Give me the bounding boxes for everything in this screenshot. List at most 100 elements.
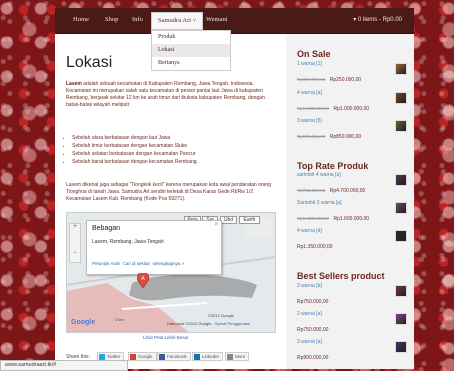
- product-price-line: Rp1.100.000,00 Rp1.000.000,00: [297, 97, 369, 115]
- copyright-text: Data peta ©2012 Google -: [167, 321, 215, 326]
- product-item[interactable]: Sarimbit 2 warna [a] Rp1.300.000,00 Rp1.…: [297, 200, 407, 222]
- product-name[interactable]: 2 warna [a]: [297, 311, 322, 317]
- product-thumbnail[interactable]: [395, 63, 407, 75]
- dropdown-item-produk[interactable]: Produk: [152, 31, 230, 44]
- product-thumbnail[interactable]: [395, 313, 407, 325]
- map-zoom-control[interactable]: + −: [69, 223, 81, 263]
- nav-info[interactable]: Info: [132, 16, 143, 23]
- product-item[interactable]: 3 warna [a] Rp900.000,00: [297, 339, 407, 361]
- product-price: Rp750.000,00: [297, 299, 329, 305]
- product-thumbnail[interactable]: [395, 285, 407, 297]
- product-name[interactable]: Sarimbit 2 warna [a]: [297, 200, 341, 206]
- product-item[interactable]: 1 warna [1] Rp300.000,00 Rp250.000,00: [297, 61, 407, 83]
- share-more-label: More: [235, 354, 246, 359]
- top-rated-title: Top Rate Produk: [297, 161, 369, 171]
- place-name: Bebagan: [92, 225, 121, 232]
- map-marker-icon[interactable]: A: [137, 273, 149, 289]
- product-name[interactable]: sarimbit 4 warna [a]: [297, 172, 341, 178]
- borders-list: Sebelah utara berbatasan dengan laut Jaw…: [72, 134, 272, 166]
- intro-bold: Lasem: [66, 81, 82, 87]
- main-content: Lokasi Lasem adalah sebuah kecamatan di …: [55, 34, 286, 369]
- dropdown-item-lokasi[interactable]: Lokasi: [152, 44, 230, 57]
- share-more-button[interactable]: More: [225, 352, 250, 361]
- map-scale: 2 km: [115, 317, 124, 322]
- directions-link[interactable]: Petunjuk Arah: [92, 261, 120, 266]
- product-thumbnail[interactable]: [395, 341, 407, 353]
- place-address: Lasem, Rembang, Jawa Tengah: [92, 239, 164, 245]
- map-type-ubd[interactable]: Ubd: [220, 216, 237, 224]
- google-logo: Google: [71, 319, 96, 326]
- zoom-out-icon[interactable]: −: [70, 250, 80, 256]
- google-map[interactable]: + − Peta Sat Ubd Earth × Bebagan Lasem, …: [66, 212, 276, 333]
- product-price-line: Rp900.000,00 Rp850.000,00: [297, 125, 361, 143]
- product-item[interactable]: 2 warna [a] Rp750.000,00: [297, 311, 407, 333]
- product-item[interactable]: 3 warna [5] Rp900.000,00 Rp850.000,00: [297, 118, 407, 140]
- product-name[interactable]: 2 warna [b]: [297, 283, 322, 289]
- share-google-label: Google: [138, 354, 153, 359]
- product-price: Rp850.000,00: [329, 134, 362, 140]
- product-thumbnail[interactable]: [395, 202, 407, 214]
- samudra-art-dropdown: Produk Lokasi Bertanya: [151, 30, 231, 71]
- product-price: Rp250.000,00: [329, 77, 362, 83]
- product-name[interactable]: 4 warna [a]: [297, 90, 322, 96]
- nav-wemani[interactable]: Wemani: [206, 16, 228, 23]
- nav-home[interactable]: Home: [73, 16, 89, 23]
- product-price: Rp900.000,00: [297, 355, 329, 361]
- facebook-icon: [159, 354, 165, 360]
- nav-samudra-art[interactable]: Samudra Art ˅: [151, 12, 204, 30]
- product-thumbnail[interactable]: [395, 230, 407, 242]
- nav-samudra-art-label: Samudra Art: [158, 17, 192, 24]
- map-copyright: Data peta ©2012 Google - Syarat Pengguna…: [167, 321, 250, 326]
- product-old-price: Rp900.000,00: [297, 134, 326, 139]
- list-item: Sebelah selatan berbatasan dengan kecama…: [72, 150, 272, 158]
- browser-status-bar: www.samudraart.tk/#: [0, 360, 128, 371]
- main-nav: Home Shop Info Samudra Art ˅ Wemani ▾ 0 …: [55, 8, 414, 34]
- product-item[interactable]: 4 warna [d] Rp1.350.000,00: [297, 228, 407, 250]
- product-name[interactable]: 3 warna [a]: [297, 339, 322, 345]
- close-icon[interactable]: ×: [214, 222, 218, 228]
- product-price: Rp4.700.000,00: [329, 188, 366, 194]
- product-thumbnail[interactable]: [395, 174, 407, 186]
- product-price-line: Rp750.000,00: [297, 290, 328, 308]
- product-price-line: Rp750.000,00: [297, 318, 328, 336]
- product-price-line: Rp750.000,00 Rp4.700.000,00: [297, 179, 365, 197]
- product-item[interactable]: 2 warna [b] Rp750.000,00: [297, 283, 407, 305]
- product-old-price: Rp1.300.000,00: [297, 216, 330, 221]
- sidebar: On Sale 1 warna [1] Rp300.000,00 Rp250.0…: [286, 34, 414, 369]
- chevron-down-icon: ˅: [192, 17, 197, 24]
- share-google-button[interactable]: Google: [128, 352, 157, 361]
- list-item: Sebelah barat berbatasan dengan kecamata…: [72, 158, 272, 166]
- product-price: Rp1.350.000,00: [297, 244, 333, 250]
- product-price: Rp1.600.000,00: [333, 216, 370, 222]
- product-thumbnail[interactable]: [395, 120, 407, 132]
- page-title: Lokasi: [66, 54, 113, 71]
- product-price-line: Rp1.300.000,00 Rp1.600.000,00: [297, 207, 369, 225]
- product-name[interactable]: 4 warna [d]: [297, 228, 322, 234]
- nav-shop[interactable]: Shop: [105, 16, 118, 23]
- product-name[interactable]: 3 warna [5]: [297, 118, 322, 124]
- info-links: Petunjuk Arah Cari di sekitar selengkapn…: [92, 261, 184, 266]
- share-facebook-button[interactable]: Facebook: [157, 352, 191, 361]
- linkedin-icon: [194, 354, 200, 360]
- search-nearby-link[interactable]: Cari di sekitar: [123, 261, 151, 266]
- product-old-price: Rp300.000,00: [297, 77, 326, 82]
- dropdown-item-bertanya[interactable]: Bertanya: [152, 57, 230, 70]
- view-larger-map-link[interactable]: Lihat Peta Lebih Besar: [143, 335, 189, 340]
- product-price-line: Rp300.000,00 Rp250.000,00: [297, 68, 361, 86]
- share-linkedin-label: LinkedIn: [202, 354, 220, 359]
- product-item[interactable]: 4 warna [a] Rp1.100.000,00 Rp1.000.000,0…: [297, 90, 407, 112]
- product-old-price: Rp1.100.000,00: [297, 106, 330, 111]
- product-name[interactable]: 1 warna [1]: [297, 61, 322, 67]
- map-type-earth[interactable]: Earth: [239, 216, 260, 224]
- product-price-line: Rp900.000,00: [297, 346, 328, 364]
- cart-summary[interactable]: ▾ 0 items - Rp0.00: [353, 16, 402, 23]
- more-icon: [227, 354, 233, 360]
- more-link[interactable]: selengkapnya »: [153, 261, 185, 266]
- share-linkedin-button[interactable]: LinkedIn: [192, 352, 224, 361]
- product-item[interactable]: sarimbit 4 warna [a] Rp750.000,00 Rp4.70…: [297, 172, 407, 194]
- share-twitter-label: Twitter: [107, 354, 121, 359]
- terms-link[interactable]: Syarat Penggunaan: [215, 321, 250, 326]
- product-thumbnail[interactable]: [395, 92, 407, 104]
- list-item: Sebelah timur berbatasan dengan kecamata…: [72, 142, 272, 150]
- zoom-in-icon[interactable]: +: [70, 224, 80, 230]
